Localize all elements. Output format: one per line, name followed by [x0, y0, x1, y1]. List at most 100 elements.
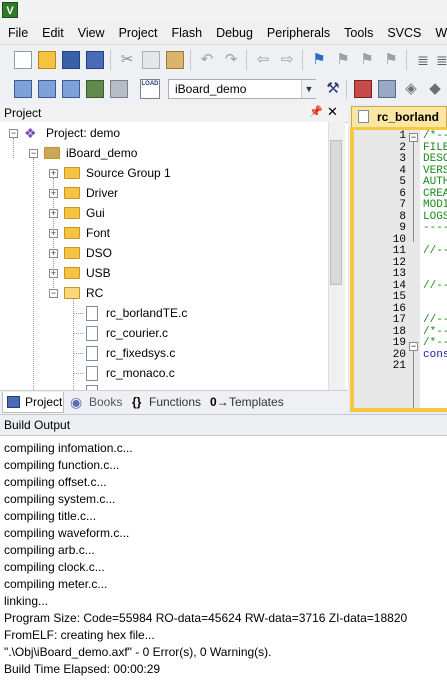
menu-project[interactable]: Project: [111, 22, 164, 44]
indent-icon[interactable]: ≣: [414, 51, 432, 69]
menu-flash[interactable]: Flash: [163, 22, 208, 44]
tree-item-source-group-1[interactable]: + Source Group 1: [0, 163, 320, 183]
expand-toggle[interactable]: +: [49, 229, 58, 238]
expand-toggle[interactable]: +: [49, 169, 58, 178]
new-file-icon[interactable]: [14, 51, 32, 69]
translate-icon[interactable]: [14, 80, 32, 98]
build-icon[interactable]: [38, 80, 56, 98]
manage-components-icon[interactable]: [354, 80, 372, 98]
chevron-down-icon[interactable]: ▼: [301, 80, 316, 98]
fold-toggle[interactable]: −: [409, 342, 418, 351]
next-bookmark-icon[interactable]: ⚑: [358, 51, 376, 69]
prev-bookmark-icon[interactable]: ⚑: [334, 51, 352, 69]
select-software-packs-icon[interactable]: ◆: [426, 80, 444, 98]
code-line: DESC: [423, 153, 447, 165]
menu-view[interactable]: View: [70, 22, 111, 44]
rebuild-icon[interactable]: [62, 80, 80, 98]
save-icon[interactable]: [62, 51, 80, 69]
tree-item-font[interactable]: + Font: [0, 223, 320, 243]
navigate-forward-icon[interactable]: ⇨: [278, 51, 296, 69]
tree-item-usb[interactable]: + USB: [0, 263, 320, 283]
tree-item-rc[interactable]: − RC: [0, 283, 320, 303]
folder-icon: [64, 247, 80, 259]
tree-item-project-demo[interactable]: − ❖ Project: demo: [0, 123, 320, 143]
project-tree: − ❖ Project: demo − iBoard_demo + Source…: [0, 122, 328, 390]
output-line: compiling arb.c...: [4, 543, 95, 557]
output-line: compiling infomation.c...: [4, 441, 133, 455]
tree-item-driver[interactable]: + Driver: [0, 183, 320, 203]
c-file-icon: [86, 326, 98, 341]
menu-file[interactable]: File: [0, 22, 34, 44]
tree-scrollbar-thumb[interactable]: [330, 140, 342, 285]
tree-item-iboard-demo[interactable]: − iBoard_demo: [0, 143, 320, 163]
tab-functions[interactable]: {} Functions: [132, 392, 206, 413]
navigate-back-icon[interactable]: ⇦: [254, 51, 272, 69]
menu-peripherals[interactable]: Peripherals: [259, 22, 336, 44]
paste-icon[interactable]: [166, 51, 184, 69]
build-output-title: Build Output: [4, 418, 71, 432]
tab-books[interactable]: ◉ Books: [70, 392, 128, 413]
tree-item-rc-fixedsys[interactable]: rc_fixedsys.c: [0, 343, 320, 363]
menu-bar: File Edit View Project Flash Debug Perip…: [0, 22, 447, 45]
tree-item-label: iBoard_demo: [66, 146, 138, 160]
tree-item-dso[interactable]: + DSO: [0, 243, 320, 263]
collapse-toggle[interactable]: −: [9, 129, 18, 138]
collapse-toggle[interactable]: −: [49, 289, 58, 298]
pack-installer-icon[interactable]: ◈: [402, 80, 420, 98]
build-output-log[interactable]: compiling infomation.c... compiling func…: [0, 436, 447, 695]
stop-build-icon[interactable]: [110, 80, 128, 98]
target-select-value: iBoard_demo: [175, 82, 247, 96]
save-all-icon[interactable]: [86, 51, 104, 69]
line-number: 7: [399, 199, 406, 211]
target-options-icon[interactable]: ⚒: [324, 80, 342, 98]
redo-icon[interactable]: ↷: [222, 51, 240, 69]
books-icon: ◉: [70, 394, 83, 410]
folder-icon: [64, 167, 80, 179]
expand-toggle[interactable]: +: [49, 189, 58, 198]
collapse-toggle[interactable]: −: [29, 149, 38, 158]
unindent-icon[interactable]: ≣: [436, 51, 447, 69]
line-number: 3: [399, 153, 406, 165]
undo-icon[interactable]: ↶: [198, 51, 216, 69]
copy-icon[interactable]: [142, 51, 160, 69]
line-number: 5: [399, 176, 406, 188]
target-select[interactable]: iBoard_demo ▼: [168, 79, 316, 99]
fold-toggle[interactable]: −: [409, 133, 418, 142]
folder-icon: [64, 207, 80, 219]
bookmark-icon[interactable]: ⚑: [310, 51, 328, 69]
code-line: cons: [423, 349, 447, 361]
books-window-icon[interactable]: [378, 80, 396, 98]
tree-item-label: rc_fixedsys.c: [106, 346, 176, 360]
tab-templates[interactable]: 0→ Templates: [210, 392, 288, 413]
tree-item-rc-monaco[interactable]: rc_monaco.c: [0, 363, 320, 383]
cut-icon[interactable]: ✂: [118, 51, 136, 69]
output-line: compiling title.c...: [4, 509, 97, 523]
menu-debug[interactable]: Debug: [208, 22, 259, 44]
templates-icon: 0→: [210, 395, 229, 409]
close-icon[interactable]: ✕: [327, 104, 338, 120]
fold-line: [413, 142, 414, 242]
tree-item-gui[interactable]: + Gui: [0, 203, 320, 223]
pin-icon[interactable]: 📌: [309, 105, 323, 118]
output-line: linking...: [4, 594, 49, 608]
menu-svcs[interactable]: SVCS: [379, 22, 427, 44]
tree-item-rc-borlandte[interactable]: rc_borlandTE.c: [0, 303, 320, 323]
menu-edit[interactable]: Edit: [34, 22, 70, 44]
expand-toggle[interactable]: +: [49, 249, 58, 258]
editor-tab-rc-borlandte[interactable]: rc_borland: [351, 106, 447, 127]
output-line: compiling function.c...: [4, 458, 120, 472]
expand-toggle[interactable]: +: [49, 269, 58, 278]
menu-tools[interactable]: Tools: [336, 22, 379, 44]
clear-bookmarks-icon[interactable]: ⚑: [382, 51, 400, 69]
expand-toggle[interactable]: +: [49, 209, 58, 218]
line-number: 9: [399, 222, 406, 234]
menu-window[interactable]: Windo: [427, 22, 447, 44]
tree-item-rc-courier[interactable]: rc_courier.c: [0, 323, 320, 343]
output-line: compiling meter.c...: [4, 577, 108, 591]
download-load-icon[interactable]: LOAD: [140, 79, 160, 99]
tab-project[interactable]: Project: [2, 392, 64, 413]
project-panel-header: Project 📌 ✕: [0, 104, 348, 123]
tree-item-label: Font: [86, 226, 111, 240]
batch-build-icon[interactable]: [86, 80, 104, 98]
open-folder-icon[interactable]: [38, 51, 56, 69]
